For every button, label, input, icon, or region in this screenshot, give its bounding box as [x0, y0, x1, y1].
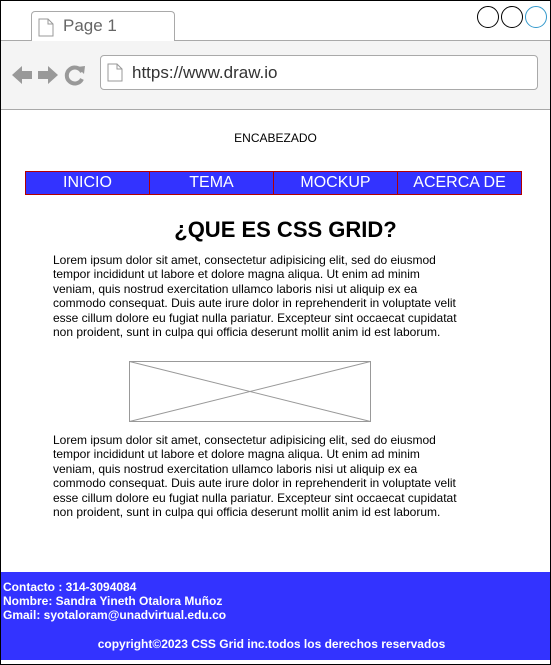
browser-window: Page 1 https://www.draw.io ENCABEZADO IN… [0, 0, 551, 665]
page-title: ¿QUE ES CSS GRID? [174, 217, 397, 242]
page-icon [38, 18, 54, 42]
maximize-button[interactable] [501, 6, 523, 28]
page-footer: Contacto : 314-3094084 Nombre: Sandra Yi… [1, 572, 550, 660]
browser-tab[interactable]: Page 1 [31, 11, 175, 41]
url-text: https://www.draw.io [132, 63, 278, 82]
main-menu: INICIO TEMA MOCKUP ACERCA DE [25, 171, 522, 195]
navigation-bar: https://www.draw.io [1, 41, 550, 110]
footer-email: Gmail: syotaloram@unadvirtual.edu.co [3, 608, 227, 622]
back-arrow-icon[interactable] [11, 64, 33, 91]
menu-item-acerca-de[interactable]: ACERCA DE [398, 172, 521, 194]
page-header: ENCABEZADO [234, 131, 317, 145]
page-icon [107, 63, 123, 87]
address-bar[interactable]: https://www.draw.io [100, 55, 538, 90]
menu-item-inicio[interactable]: INICIO [26, 172, 150, 194]
window-controls [477, 6, 547, 28]
footer-copyright: copyright©2023 CSS Grid inc.todos los de… [97, 637, 446, 651]
forward-arrow-icon[interactable] [37, 64, 59, 91]
reload-icon[interactable] [63, 63, 87, 92]
tab-bar: Page 1 [1, 1, 550, 41]
menu-item-tema[interactable]: TEMA [150, 172, 274, 194]
nav-controls [11, 63, 87, 92]
paragraph-2: Lorem ipsum dolor sit amet, consectetur … [53, 433, 457, 520]
paragraph-1: Lorem ipsum dolor sit amet, consectetur … [53, 253, 457, 340]
close-button[interactable] [525, 6, 547, 28]
image-placeholder [129, 361, 371, 422]
footer-contact: Contacto : 314-3094084 [3, 580, 137, 594]
footer-name: Nombre: Sandra Yineth Otalora Muñoz [3, 594, 223, 608]
tab-title: Page 1 [63, 16, 117, 35]
minimize-button[interactable] [477, 6, 499, 28]
menu-item-mockup[interactable]: MOCKUP [274, 172, 398, 194]
